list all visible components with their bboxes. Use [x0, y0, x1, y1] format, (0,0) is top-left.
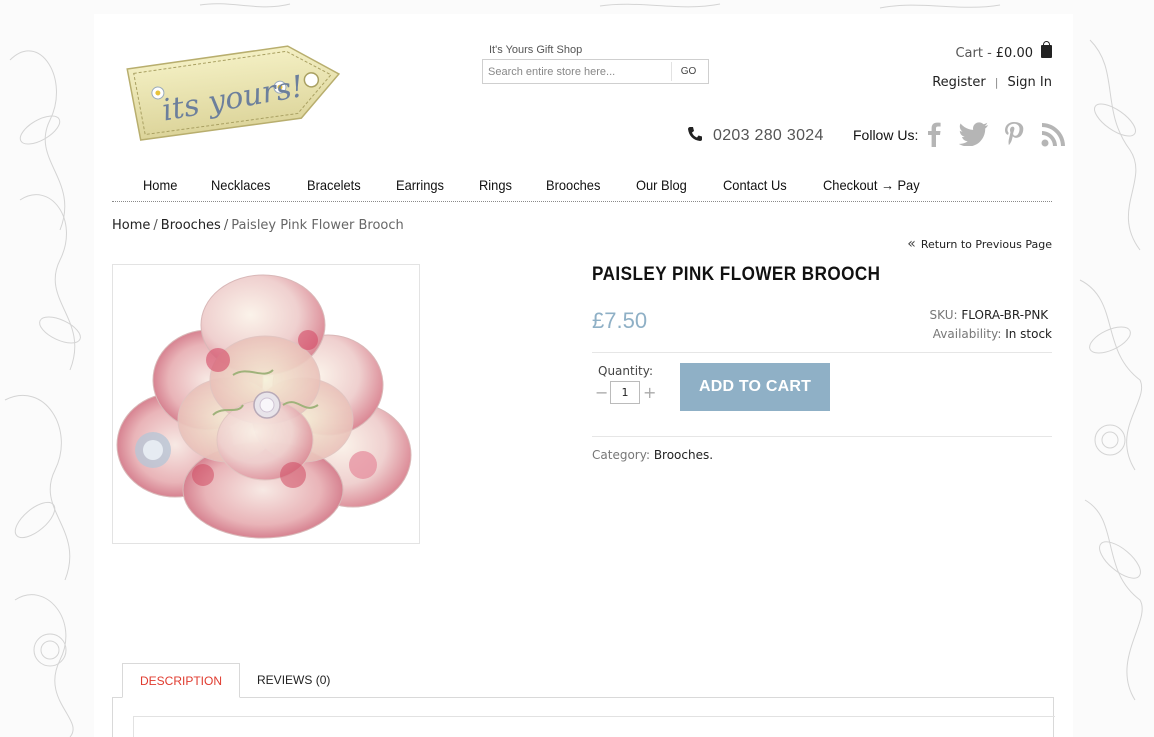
twitter-icon[interactable] — [958, 118, 990, 150]
search-go-button[interactable]: GO — [671, 62, 705, 81]
product-price: £7.50 — [592, 308, 648, 333]
site-logo[interactable]: its yours! — [122, 30, 347, 150]
page-container: its yours! It's Yours Gift Shop GO Cart … — [94, 14, 1073, 737]
search-box: GO — [482, 59, 709, 84]
account-separator: | — [994, 76, 999, 89]
product-title: PAISLEY PINK FLOWER BROOCH — [592, 264, 881, 285]
follow-us-label: Follow Us: — [853, 127, 919, 143]
social-links — [918, 118, 1070, 150]
double-chevron-left-icon: « — [907, 236, 916, 252]
breadcrumb-current: Paisley Pink Flower Brooch — [231, 218, 404, 233]
facebook-icon[interactable] — [918, 118, 950, 150]
breadcrumb-home[interactable]: Home — [112, 218, 150, 233]
shopping-bag-icon — [1041, 41, 1052, 58]
product-meta: SKU: FLORA-BR-PNK Availability: In stock — [930, 306, 1052, 344]
rss-icon[interactable] — [1038, 118, 1070, 150]
tab-panel — [112, 697, 1055, 737]
breadcrumb-separator: / — [153, 218, 158, 233]
sign-in-link[interactable]: Sign In — [1007, 75, 1052, 90]
nav-item-brooches[interactable]: Brooches — [546, 177, 600, 193]
availability-row: Availability: In stock — [930, 325, 1052, 344]
quantity-stepper: − + — [595, 381, 656, 404]
divider — [592, 436, 1052, 437]
nav-item-bracelets[interactable]: Bracelets — [307, 177, 361, 193]
breadcrumb-separator: / — [223, 218, 229, 233]
category-link[interactable]: Brooches. — [654, 448, 713, 462]
breadcrumb-category[interactable]: Brooches — [161, 218, 221, 233]
nav-item-our-blog[interactable]: Our Blog — [636, 177, 687, 193]
add-to-cart-button[interactable]: ADD TO CART — [680, 363, 830, 411]
search-input[interactable] — [483, 60, 671, 83]
tab-reviews[interactable]: REVIEWS (0) — [240, 663, 347, 698]
divider — [592, 352, 1052, 353]
cart-summary[interactable]: Cart - £0.00 — [955, 41, 1052, 61]
return-link-label: Return to Previous Page — [920, 238, 1052, 251]
nav-item-home[interactable]: Home — [143, 177, 177, 193]
sku-label: SKU: — [929, 308, 958, 322]
account-links: Register | Sign In — [932, 75, 1052, 90]
cart-label: Cart - — [955, 46, 992, 61]
return-link[interactable]: « Return to Previous Page — [907, 236, 1052, 252]
availability-label: Availability: — [932, 327, 1002, 341]
tab-description[interactable]: DESCRIPTION — [122, 663, 241, 698]
breadcrumb: Home / Brooches / Paisley Pink Flower Brooch — [112, 218, 404, 233]
phone-contact: 0203 280 3024 — [687, 126, 824, 146]
sku-value: FLORA-BR-PNK — [961, 308, 1049, 322]
product-image[interactable] — [112, 264, 420, 544]
tab-panel-content — [133, 716, 1055, 737]
phone-icon — [687, 126, 703, 146]
quantity-increase-button[interactable]: + — [643, 383, 656, 402]
quantity-decrease-button[interactable]: − — [595, 383, 608, 402]
quantity-input[interactable] — [610, 381, 640, 404]
nav-item-contact-us[interactable]: Contact Us — [723, 177, 787, 193]
register-link[interactable]: Register — [932, 75, 986, 90]
shop-name-label: It's Yours Gift Shop — [489, 44, 583, 56]
nav-item-necklaces[interactable]: Necklaces — [211, 177, 270, 193]
pinterest-icon[interactable] — [998, 118, 1030, 150]
nav-item-rings[interactable]: Rings — [479, 177, 512, 193]
sku-row: SKU: FLORA-BR-PNK — [930, 306, 1052, 325]
availability-value: In stock — [1005, 327, 1052, 341]
main-nav: Home Necklaces Bracelets Earrings Rings … — [112, 172, 1052, 202]
cart-amount: £0.00 — [995, 46, 1033, 61]
nav-item-checkout[interactable]: Checkout → Pay — [823, 177, 920, 193]
quantity-label: Quantity: — [598, 364, 654, 378]
tab-bar: DESCRIPTION REVIEWS (0) — [122, 663, 347, 698]
nav-item-earrings[interactable]: Earrings — [396, 177, 444, 193]
category-label: Category: — [592, 448, 650, 462]
product-category: Category: Brooches. — [592, 448, 713, 462]
phone-number[interactable]: 0203 280 3024 — [713, 127, 824, 145]
page-inner: its yours! It's Yours Gift Shop GO Cart … — [112, 14, 1065, 737]
